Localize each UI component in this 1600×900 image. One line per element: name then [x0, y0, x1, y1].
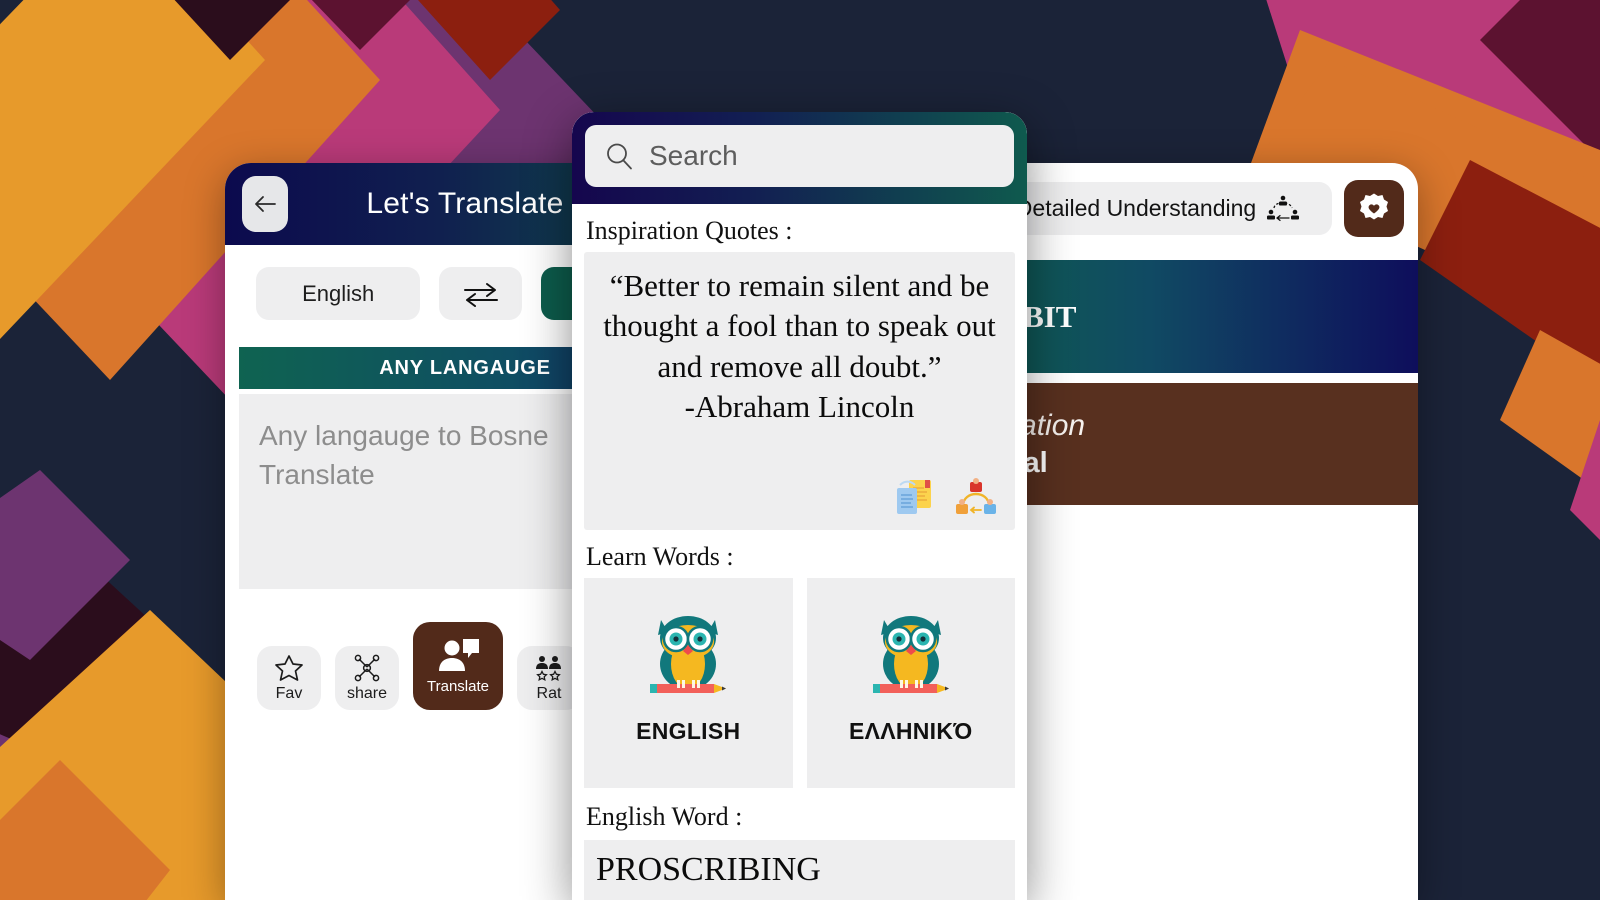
quote-text: “Better to remain silent and be thought … [603, 268, 996, 384]
english-word-text: PROSCRIBING [596, 851, 821, 888]
person-speech-icon [439, 639, 479, 671]
gear-heart-icon [1360, 193, 1388, 219]
search-header: Search [572, 112, 1027, 204]
word-section-title: English Word : [586, 802, 743, 831]
owl-pencil-icon [650, 616, 727, 693]
quote-action-icons [600, 462, 999, 518]
detailed-understanding-chip[interactable]: Detailed Understanding [984, 182, 1332, 235]
share-nodes-icon[interactable] [953, 476, 999, 518]
learn-card-greek[interactable]: ΕΛΛΗΝΙΚΌ [806, 578, 1015, 788]
learn-words-grid: ENGLISH ΕΛΛΗΝΙΚΌ [584, 578, 1015, 788]
share-button[interactable]: share [335, 646, 399, 710]
share-label: share [346, 684, 388, 702]
swap-horizontal-icon [463, 282, 498, 307]
network-people-icon [1267, 195, 1300, 221]
understanding-card-gradient[interactable]: ABBIT [970, 260, 1418, 373]
arrow-left-icon [255, 196, 276, 212]
search-quotes-panel: Search Inspiration Quotes : “Better to r… [572, 112, 1027, 900]
rating-label: Rat [536, 684, 562, 702]
back-button[interactable] [242, 176, 288, 232]
quotes-section-title: Inspiration Quotes : [586, 216, 793, 245]
detailed-understanding-label: Detailed Understanding [1015, 195, 1257, 221]
panel-body: Inspiration Quotes : “Better to remain s… [572, 204, 1027, 900]
detailed-understanding-header: Detailed Understanding [970, 163, 1418, 237]
notes-icon[interactable] [891, 476, 937, 518]
learn-card-greek-label: ΕΛΛΗΝΙΚΌ [848, 718, 973, 744]
settings-button[interactable] [1344, 180, 1404, 237]
search-box[interactable]: Search [585, 125, 1014, 187]
understanding-card-2-line2: netal [980, 447, 1418, 480]
people-rating-icon [536, 655, 561, 681]
search-icon [607, 143, 632, 170]
understanding-card-brown[interactable]: gination netal [970, 383, 1418, 505]
translate-label: Translate [427, 678, 489, 695]
owl-pencil-icon [872, 616, 949, 693]
detailed-understanding-panel: Detailed Understanding ABBIT gination [970, 163, 1418, 900]
learn-section-title: Learn Words : [586, 542, 734, 571]
learn-card-english-label: ENGLISH [636, 718, 741, 744]
understanding-card-2-line1: gination [980, 408, 1086, 442]
learn-card-english[interactable]: ENGLISH [584, 578, 793, 788]
fav-label: Fav [275, 684, 303, 702]
swap-languages-button[interactable] [439, 267, 522, 320]
star-icon [275, 654, 303, 681]
source-language-button[interactable]: English [256, 267, 421, 320]
fav-button[interactable]: Fav [257, 646, 321, 710]
quote-card[interactable]: “Better to remain silent and be thought … [584, 252, 1015, 530]
share-network-icon [354, 654, 380, 681]
search-input[interactable]: Search [649, 140, 738, 172]
quote-author: -Abraham Lincoln [684, 388, 915, 424]
english-word-card[interactable]: PROSCRIBING [584, 840, 1015, 900]
translate-button[interactable]: Translate [413, 622, 503, 710]
